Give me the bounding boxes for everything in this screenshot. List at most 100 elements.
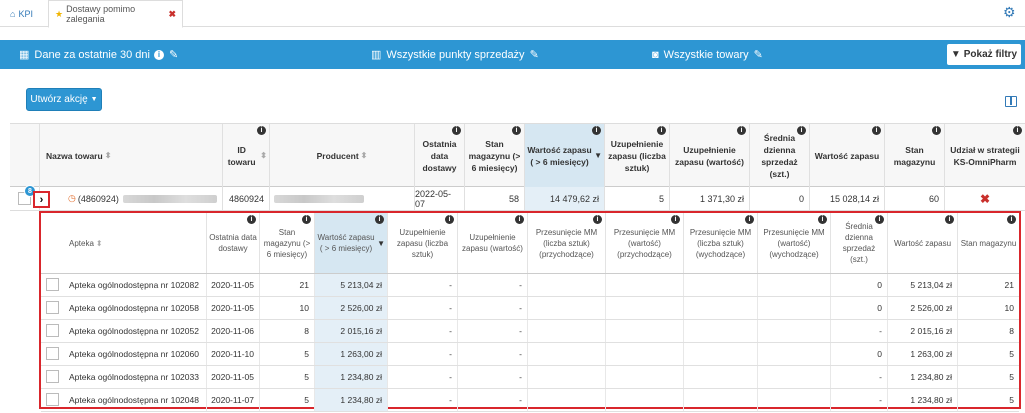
header-stan-6m[interactable]: i Stan magazynu (> 6 miesięcy) xyxy=(465,124,525,187)
header-uzupelnienie-szt[interactable]: i Uzupełnienie zapasu (liczba sztuk) xyxy=(605,124,670,187)
info-icon[interactable]: i xyxy=(445,215,454,224)
filter-period[interactable]: ▦ Dane za ostatnie 30 dni i ✎ xyxy=(19,40,178,69)
table-row[interactable]: Apteka ogólnodostępna nr 102052 2020-11-0… xyxy=(41,320,1019,343)
table-row[interactable]: ◷ (4860924) 4860924 2022-05-07 58 14 479… xyxy=(10,187,1025,211)
edit-icon[interactable]: ✎ xyxy=(530,48,539,61)
info-icon[interactable]: i xyxy=(592,126,601,135)
cell-value: - xyxy=(519,280,522,290)
cell-value: 21 xyxy=(1004,280,1014,290)
row-checkbox[interactable] xyxy=(46,370,59,383)
info-icon[interactable]: i xyxy=(512,126,521,135)
tab-kpi[interactable]: ⌂ KPI xyxy=(4,0,46,27)
header-label: Przesunięcie MM (wartość) (przychodzące) xyxy=(613,227,676,259)
row-checkbox[interactable] xyxy=(46,324,59,337)
row-checkbox[interactable] xyxy=(46,347,59,360)
info-icon[interactable]: i xyxy=(257,126,266,135)
not-in-strategy-icon[interactable]: ✖ xyxy=(980,192,990,206)
info-icon[interactable]: i xyxy=(745,215,754,224)
create-action-button[interactable]: Utwórz akcję ▼ xyxy=(26,88,102,111)
columns-toggle-icon[interactable] xyxy=(1005,96,1017,107)
edit-icon[interactable]: ✎ xyxy=(169,48,178,61)
table-row[interactable]: Apteka ogólnodostępna nr 102060 2020-11-1… xyxy=(41,343,1019,366)
info-icon[interactable]: i xyxy=(945,215,954,224)
row-checkbox[interactable] xyxy=(46,278,59,291)
info-icon[interactable]: i xyxy=(247,215,256,224)
cell-value: 2020-11-05 xyxy=(211,303,254,313)
cell-empty xyxy=(758,389,831,411)
cell-rv: - xyxy=(458,389,528,411)
sub-header-rq[interactable]: i Uzupełnienie zapasu (liczba sztuk) xyxy=(388,213,458,273)
info-icon[interactable]: i xyxy=(154,49,164,60)
info-icon[interactable]: i xyxy=(875,215,884,224)
cell-value: - xyxy=(519,349,522,359)
cell-value: 2 526,00 zł xyxy=(910,303,952,313)
cell-empty xyxy=(606,274,684,296)
row-checkbox[interactable] xyxy=(46,393,59,406)
sub-header-mm-in-qty[interactable]: i Przesunięcie MM (liczba sztuk) (przych… xyxy=(528,213,606,273)
info-icon[interactable]: i xyxy=(593,215,602,224)
show-filters-button[interactable]: ▼ Pokaż filtry xyxy=(947,44,1021,65)
sub-header-avg[interactable]: i Średnia dzienna sprzedaż (szt.) xyxy=(831,213,888,273)
table-row[interactable]: Apteka ogólnodostępna nr 102048 2020-11-0… xyxy=(41,389,1019,412)
filter-products[interactable]: ◙ Wszystkie towary ✎ xyxy=(652,40,763,69)
cell-value: 2 526,00 zł xyxy=(340,303,382,313)
cell-empty xyxy=(606,320,684,342)
expand-row-button[interactable]: › xyxy=(33,191,50,208)
table-row[interactable]: Apteka ogólnodostępna nr 102033 2020-11-0… xyxy=(41,366,1019,389)
sub-header-date[interactable]: i Ostatnia data dostawy xyxy=(207,213,260,273)
info-icon[interactable]: i xyxy=(452,126,461,135)
info-icon[interactable]: i xyxy=(932,126,941,135)
sort-desc-icon[interactable]: ▼ xyxy=(594,150,602,162)
info-icon[interactable]: i xyxy=(1007,215,1016,224)
sub-header-mm-in-val[interactable]: i Przesunięcie MM (wartość) (przychodząc… xyxy=(606,213,684,273)
header-wartosc-6m[interactable]: i Wartość zapasu ( > 6 miesięcy) ▼ xyxy=(525,124,605,187)
cell-value: 8 xyxy=(304,326,309,336)
info-icon[interactable]: i xyxy=(737,126,746,135)
sub-header-mm-out-qty[interactable]: i Przesunięcie MM (liczba sztuk) (wychod… xyxy=(684,213,758,273)
header-udzial-strategii[interactable]: i Udział w strategii KS-OmniPharm xyxy=(945,124,1025,187)
info-icon[interactable]: i xyxy=(1013,126,1022,135)
header-stan-magazynu[interactable]: i Stan magazynu xyxy=(885,124,945,187)
cell-avg: - xyxy=(831,389,888,411)
info-icon[interactable]: i xyxy=(797,126,806,135)
header-nazwa-towaru[interactable]: Nazwa towaru ⬍ xyxy=(40,124,223,187)
sort-desc-icon[interactable]: ▼ xyxy=(377,238,385,249)
sub-header-val6[interactable]: i Wartość zapasu ( > 6 miesięcy) ▼ xyxy=(315,213,388,273)
table-row[interactable]: Apteka ogólnodostępna nr 102058 2020-11-0… xyxy=(41,297,1019,320)
filter-points[interactable]: ▥ Wszystkie punkty sprzedaży ✎ xyxy=(371,40,539,69)
sub-header-apteka[interactable]: Apteka ⬍ xyxy=(41,213,207,273)
cell-val6: 5 213,04 zł xyxy=(315,274,388,296)
info-icon[interactable]: i xyxy=(818,215,827,224)
header-label: Średnia dzienna sprzedaż (szt.) xyxy=(842,222,876,264)
close-tab-icon[interactable]: ✖ xyxy=(168,9,176,20)
sub-header-val[interactable]: i Wartość zapasu xyxy=(888,213,958,273)
header-producent[interactable]: Producent ⬍ xyxy=(270,124,415,187)
table-row[interactable]: Apteka ogólnodostępna nr 102082 2020-11-0… xyxy=(41,274,1019,297)
header-wartosc-zapasu[interactable]: i Wartość zapasu xyxy=(810,124,885,187)
info-icon[interactable]: i xyxy=(872,126,881,135)
sort-icon[interactable]: ⬍ xyxy=(260,150,267,162)
header-id-towaru[interactable]: i ID towaru ⬍ xyxy=(223,124,270,187)
sort-icon[interactable]: ⬍ xyxy=(96,238,103,249)
cell-value: 2 015,16 zł xyxy=(340,326,382,336)
info-icon[interactable]: i xyxy=(302,215,311,224)
header-ostatnia-data[interactable]: i Ostatnia data dostawy xyxy=(415,124,465,187)
cell-empty xyxy=(684,297,758,319)
settings-gears-icon[interactable]: ⚙ xyxy=(1003,5,1018,20)
header-uzupelnienie-wartosc[interactable]: i Uzupełnienie zapasu (wartość) xyxy=(670,124,750,187)
sub-header-stock6[interactable]: i Stan magazynu (> 6 miesięcy) xyxy=(260,213,315,273)
header-srednia-sprzedaz[interactable]: i Średnia dzienna sprzedaż (szt.) xyxy=(750,124,810,187)
sub-header-rv[interactable]: i Uzupełnienie zapasu (wartość) xyxy=(458,213,528,273)
sub-header-mm-out-val[interactable]: i Przesunięcie MM (wartość) (wychodzące) xyxy=(758,213,831,273)
info-icon[interactable]: i xyxy=(515,215,524,224)
tab-dostawy[interactable]: ★ Dostawy pomimo zalegania ✖ xyxy=(48,0,183,28)
sort-icon[interactable]: ⬍ xyxy=(105,150,112,162)
sort-icon[interactable]: ⬍ xyxy=(361,150,368,162)
info-icon[interactable]: i xyxy=(657,126,666,135)
sub-header-stock[interactable]: i Stan magazynu xyxy=(958,213,1019,273)
row-checkbox[interactable] xyxy=(46,301,59,314)
info-icon[interactable]: i xyxy=(671,215,680,224)
clock-icon: ◷ xyxy=(68,193,76,203)
info-icon[interactable]: i xyxy=(375,215,384,224)
edit-icon[interactable]: ✎ xyxy=(754,48,763,61)
